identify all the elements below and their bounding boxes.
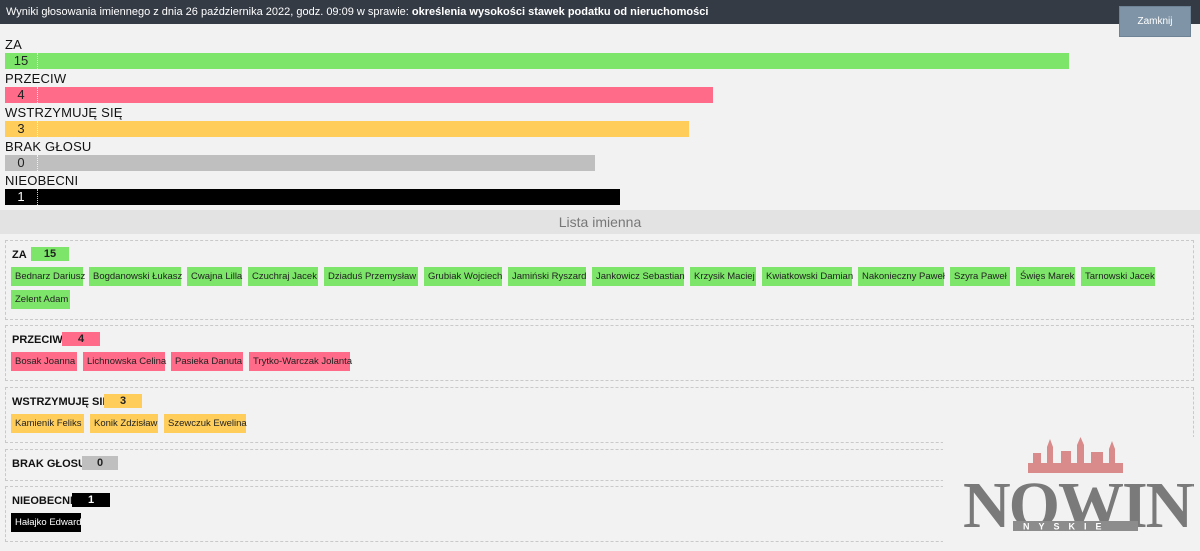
header-bar: Wyniki głosowania imiennego z dnia 26 pa…: [0, 0, 1200, 24]
lista-imienna-header: Lista imienna: [0, 210, 1200, 234]
summary-count: 1: [5, 189, 38, 205]
group-label: PRZECIW: [12, 334, 63, 346]
voter-chip-dziadus-przemyslaw: Dziaduś Przemysław: [324, 267, 418, 286]
group-wstrzymuje-sie: WSTRZYMUJĘ SIĘ 3 Kamienik Feliks Konik Zdzi…: [5, 387, 1194, 443]
group-label: WSTRZYMUJĘ SIĘ: [12, 396, 110, 408]
summary-label-brak-glosu: BRAK GŁOSU: [5, 139, 92, 154]
group-count-badge: 3: [104, 394, 142, 408]
voter-chip-lichnowska-celina: Lichnowska Celina: [83, 352, 166, 371]
voter-chip-swies-marek: Święs Marek: [1016, 267, 1075, 286]
summary-count: 4: [5, 87, 38, 103]
group-label: BRAK GŁOSU: [12, 458, 86, 470]
voter-chip-czuchraj-jacek: Czuchraj Jacek: [248, 267, 318, 286]
summary-count: 15: [5, 53, 38, 69]
title-subject: określenia wysokości stawek podatku od n…: [411, 6, 709, 18]
summary-bar-przeciw: 4: [5, 87, 713, 103]
summary-count: 3: [5, 121, 38, 137]
voter-chip-krzysik-maciej: Krzysik Maciej: [690, 267, 756, 286]
summary-bar-za: 15: [5, 53, 1069, 69]
voter-chip-bosak-joanna: Bosak Joanna: [11, 352, 77, 371]
group-za: ZA 15 Bednarz Dariusz Bogdanowski Łukasz Cwa…: [5, 240, 1194, 320]
summary-label-nieobecni: NIEOBECNI: [5, 173, 79, 188]
group-count-badge: 0: [82, 456, 118, 470]
voter-chip-zelent-adam: Zelent Adam: [11, 290, 70, 309]
title-prefix: Wyniki głosowania imiennego z dnia 26 pa…: [6, 6, 412, 18]
voter-chip-kamienik-feliks: Kamienik Feliks: [11, 414, 84, 433]
summary-bar-brak-glosu: 0: [5, 155, 595, 171]
voter-chip-konik-zdzislaw: Konik Zdzisław: [90, 414, 158, 433]
voter-chip-nakonieczny-pawel: Nakonieczny Paweł: [858, 267, 945, 286]
voter-chip-pasieka-danuta: Pasieka Danuta: [171, 352, 243, 371]
group-count-badge: 4: [62, 332, 100, 346]
voter-chip-jankowicz-sebastian: Jankowicz Sebastian: [592, 267, 685, 286]
voter-chip-bogdanowski-lukasz: Bogdanowski Łukasz: [89, 267, 182, 286]
voter-chip-halajko-edward: Hałajko Edward: [11, 513, 82, 532]
voter-chip-szewczuk-ewelina: Szewczuk Ewelina: [164, 414, 247, 433]
summary-label-wstrzymuje-sie: WSTRZYMUJĘ SIĘ: [5, 105, 123, 120]
summary-label-przeciw: PRZECIW: [5, 71, 67, 86]
voter-chip-kwiatkowski-damian: Kwiatkowski Damian: [762, 267, 853, 286]
group-label: ZA: [12, 249, 27, 261]
group-label: NIEOBECNI: [12, 495, 74, 507]
summary-bar-nieobecni: 1: [5, 189, 620, 205]
nowiny-nyskie-logo: NOWINY NYSKIE: [943, 437, 1200, 543]
voter-chip-trytko-warczak-jolanta: Trytko-Warczak Jolanta: [249, 352, 352, 371]
svg-text:NYSKIE: NYSKIE: [1023, 522, 1111, 532]
voter-chip-szyra-pawel: Szyra Paweł: [950, 267, 1010, 286]
close-button[interactable]: Zamknij: [1119, 6, 1191, 37]
summary-count: 0: [5, 155, 38, 171]
vote-title: Wyniki głosowania imiennego z dnia 26 pa…: [6, 6, 708, 18]
voter-chip-bednarz-dariusz: Bednarz Dariusz: [11, 267, 85, 286]
summary-label-za: ZA: [5, 37, 23, 52]
voter-chip-cwajna-lilla: Cwajna Lilla: [187, 267, 242, 286]
summary-bar-wstrzymuje-sie: 3: [5, 121, 689, 137]
voter-chip-grubiak-wojciech: Grubiak Wojciech: [424, 267, 502, 286]
group-count-badge: 1: [72, 493, 110, 507]
group-count-badge: 15: [31, 247, 69, 261]
voter-chip-tarnowski-jacek: Tarnowski Jacek: [1081, 267, 1155, 286]
voter-chip-jaminski-ryszard: Jamiński Ryszard: [508, 267, 586, 286]
group-przeciw: PRZECIW 4 Bosak Joanna Lichnowska Celina Pas…: [5, 325, 1194, 381]
